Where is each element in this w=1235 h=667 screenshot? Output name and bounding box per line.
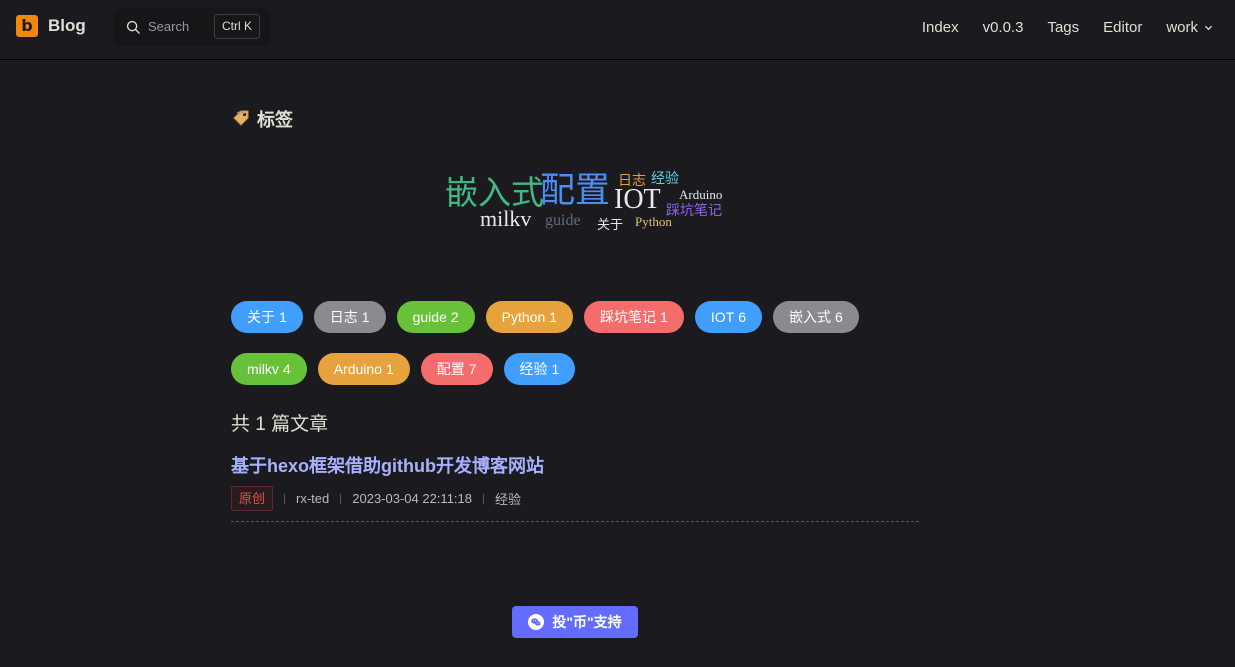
article-count-heading: 共 1 篇文章 [231,414,329,435]
tag-name: guide [412,309,447,325]
search-button[interactable]: Search Ctrl K [113,8,271,46]
tag-count: 6 [738,309,746,325]
nav-links: Index v0.0.3 Tags Editor work [898,0,1213,54]
tag-pill-iot[interactable]: IOT 6 [694,301,762,333]
cloud-word-guide[interactable]: guide [545,213,581,229]
tag-name: Arduino [333,361,382,377]
tag-count: 1 [279,309,287,325]
tag-count: 1 [385,361,394,377]
site-logo-link[interactable]: b Blog [16,15,86,37]
tag-count: 1 [551,361,560,377]
wechat-icon [528,614,545,630]
tag-pill-guanyu[interactable]: 关于 1 [231,301,303,333]
chevron-down-icon [1204,25,1213,30]
cloud-word-iot[interactable]: IOT [614,186,661,214]
tag-count: 7 [468,361,477,377]
top-navbar: b Blog Search Ctrl K Index v0.0.3 Tags E… [0,0,1235,60]
page-title: 标签 [231,106,293,132]
tag-name: 关于 [247,309,275,325]
cloud-word-python[interactable]: Python [635,215,672,228]
article-tag-link[interactable]: 经验 [495,489,521,508]
tag-pill-python[interactable]: Python 1 [485,301,574,333]
site-title: Blog [48,16,86,35]
cloud-word-arduino[interactable]: Arduino [679,188,722,201]
article-author: rx-ted [296,491,330,506]
tag-pill-jingyan[interactable]: 经验 1 [503,353,576,385]
search-shortcut-hint: Ctrl K [214,14,260,39]
support-button-label: 投"币"支持 [552,614,622,630]
tag-name: 踩坑笔记 [600,309,657,325]
article-divider [231,521,919,522]
meta-separator [340,493,342,504]
tag-name: Python [501,309,546,325]
nav-link-tags[interactable]: Tags [1047,19,1079,36]
tag-count: 4 [282,361,291,377]
tag-pill-peizhi[interactable]: 配置 7 [420,353,493,385]
meta-separator [284,493,286,504]
tag-emoji-icon [233,110,249,126]
article-meta: 原创 rx-ted 2023-03-04 22:11:18 经验 [231,486,521,511]
tag-list-row-2: milkv 4 Arduino 1 配置 7 经验 1 [231,353,576,385]
tag-name: IOT [710,309,735,325]
cloud-word-peizhi[interactable]: 配置 [540,174,610,209]
search-placeholder: Search [148,19,190,34]
tag-count: 1 [660,309,668,325]
tag-pill-rizhi[interactable]: 日志 1 [313,301,386,333]
article-datetime: 2023-03-04 22:11:18 [352,491,472,506]
tag-name: milkv [247,361,279,377]
tag-count: 6 [834,309,843,325]
tag-count: 2 [450,309,459,325]
article-title-link[interactable]: 基于hexo框架借助github开发博客网站 [231,452,544,478]
nav-link-index[interactable]: Index [922,19,959,36]
tag-pill-qianrushi[interactable]: 嵌入式 6 [772,301,859,333]
nav-dropdown-label: work [1166,18,1198,36]
search-icon [126,20,140,34]
meta-separator [483,493,484,504]
nav-link-editor[interactable]: Editor [1103,19,1142,36]
tag-pill-caikeng[interactable]: 踩坑笔记 1 [584,301,684,333]
tag-count: 1 [549,309,558,325]
nav-dropdown-work[interactable]: work [1166,19,1213,36]
nav-link-version[interactable]: v0.0.3 [983,19,1024,36]
cloud-word-guanyu[interactable]: 关于 [597,219,623,232]
tag-pill-milkv[interactable]: milkv 4 [231,353,307,385]
support-donate-button[interactable]: 投"币"支持 [512,606,638,638]
tag-count: 1 [361,309,370,325]
tag-pill-arduino[interactable]: Arduino 1 [317,353,410,385]
page-title-text: 标签 [257,110,293,130]
tag-name: 经验 [519,361,548,377]
tag-name: 配置 [436,361,465,377]
original-badge: 原创 [231,486,274,511]
logo-icon: b [16,15,38,37]
tag-name: 日志 [329,309,358,325]
tag-list-row-1: 关于 1 日志 1 guide 2 Python 1 踩坑笔记 1 IOT 6 嵌入式 6 [231,301,859,333]
cloud-word-milkv[interactable]: milkv [480,208,531,230]
cloud-word-caikeng[interactable]: 踩坑笔记 [666,204,722,218]
tag-pill-guide[interactable]: guide 2 [396,301,475,333]
tag-name: 嵌入式 [788,309,831,325]
cloud-word-qianrushi[interactable]: 嵌入式 [445,176,544,209]
